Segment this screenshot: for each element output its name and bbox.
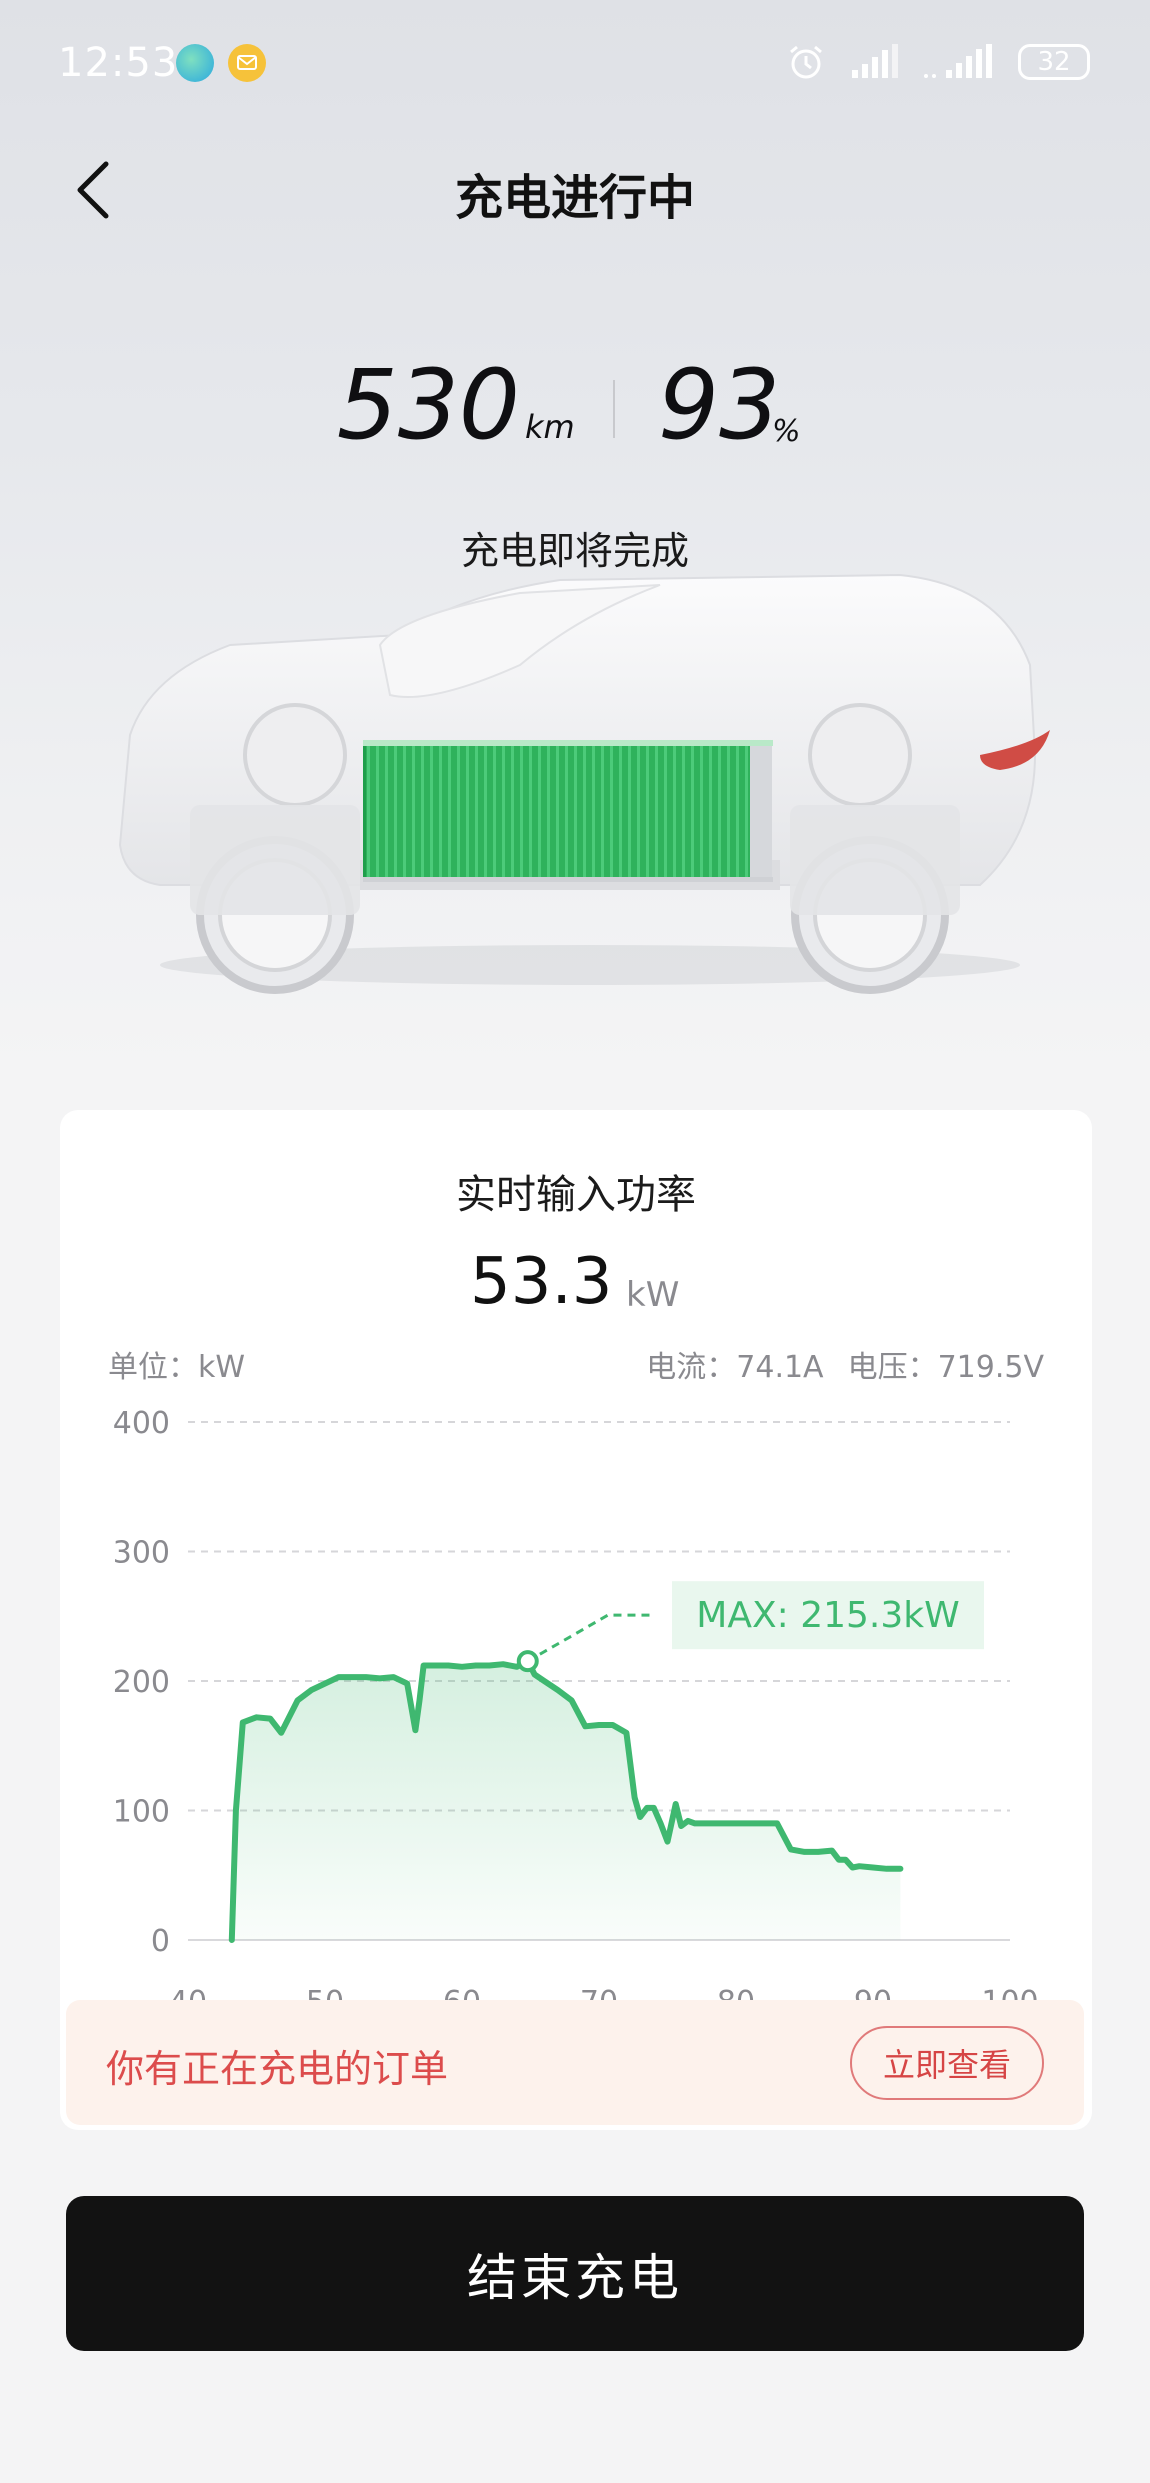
max-annotation-label: MAX: 215.3kW [696,1595,959,1636]
range-value: 530 [336,349,520,461]
y-tick-label: 400 [113,1406,170,1441]
power-card-title: 实时输入功率 [456,1172,696,1218]
y-tick-label: 200 [113,1665,170,1700]
power-unit: kW [626,1275,680,1315]
status-time: 12:53 [58,40,179,86]
status-bar: 12:53 32 [0,30,1150,100]
battery-level: 32 [1037,47,1071,77]
power-value: 53.3 [470,1245,613,1319]
range-unit: km [525,408,575,446]
signal-icon-2 [924,44,992,78]
current-value: 电流：74.1A [646,1350,824,1385]
power-card: 实时输入功率 53.3 kW 单位：kW 电流：74.1A 电压：719.5V … [60,1110,1092,2130]
end-charging-button[interactable]: 结束充电 [66,2196,1084,2351]
battery-pack [363,740,773,882]
power-meta: 电流：74.1A 电压：719.5V [646,1342,1044,1386]
page-title: 充电进行中 [454,170,695,226]
app-notification-icon [176,44,214,82]
alarm-icon [790,45,822,79]
chart-unit-label: 单位：kW [108,1350,246,1385]
status-icons: 32 [786,42,1090,82]
active-order-banner: 你有正在充电的订单 立即查看 [66,2000,1084,2125]
y-tick-label: 300 [113,1536,170,1571]
battery-icon: 32 [1018,44,1090,80]
active-order-text: 你有正在充电的订单 [106,2047,449,2091]
charge-stats: 530 km 93 % [0,350,1150,470]
signal-icon [852,44,898,78]
voltage-value: 电压：719.5V [847,1350,1044,1385]
mail-notification-icon [228,44,266,82]
view-order-button[interactable]: 立即查看 [850,2026,1044,2100]
soc-value: 93 [658,349,781,461]
car-battery-illustration [118,573,1050,994]
y-tick-label: 100 [113,1795,170,1830]
max-point-marker [516,1650,539,1673]
y-tick-label: 0 [151,1924,170,1959]
stat-divider [613,380,615,438]
soc-unit: % [772,414,801,449]
series-area [231,1661,901,1940]
max-annotation-leader [527,1613,653,1663]
